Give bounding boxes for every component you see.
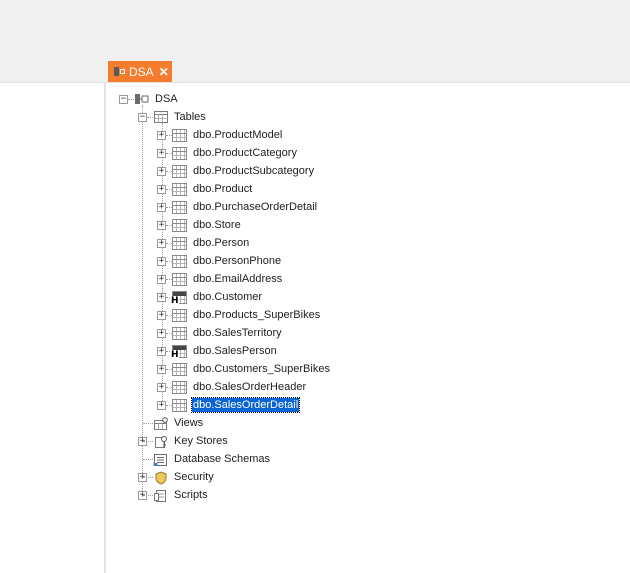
table-icon [172,399,187,412]
key-stores-icon [153,435,169,449]
tree-node-label[interactable]: Views [173,416,204,430]
table-node-label[interactable]: dbo.Customers_SuperBikes [192,362,331,376]
table-expand-toggle[interactable]: + [157,257,166,266]
table-node-label[interactable]: dbo.Customer [192,290,263,304]
table-expand-toggle[interactable]: + [157,383,166,392]
root-collapse-toggle[interactable]: − [119,95,128,104]
table-expand-toggle[interactable]: + [157,167,166,176]
tree-node-label[interactable]: Database Schemas [173,452,271,466]
dsa-tree-view[interactable]: − DSA − Tables + dbo.ProductModel + dbo.Pro… [0,0,630,573]
table-icon [172,309,187,322]
table-node-label[interactable]: dbo.ProductSubcategory [192,164,315,178]
table-node-label[interactable]: dbo.SalesPerson [192,344,278,358]
table-expand-toggle[interactable]: + [157,203,166,212]
table-expand-toggle[interactable]: + [157,221,166,230]
table-expand-toggle[interactable]: + [157,311,166,320]
table-expand-toggle[interactable]: + [157,239,166,248]
table-node-label[interactable]: dbo.ProductCategory [192,146,298,160]
hub-table-icon: H [171,291,187,306]
hub-table-icon: H [171,345,187,360]
table-node-label[interactable]: dbo.PersonPhone [192,254,282,268]
tree-root-label[interactable]: DSA [154,92,179,106]
hub-marker-icon: H [171,350,179,360]
table-node-label[interactable]: dbo.SalesOrderDetail [190,397,301,413]
table-expand-toggle[interactable]: + [157,329,166,338]
table-icon [172,147,187,160]
tree-node-label[interactable]: Key Stores [173,434,229,448]
tables-collapse-toggle[interactable]: − [138,113,147,122]
table-node-label[interactable]: dbo.Products_SuperBikes [192,308,321,322]
tables-folder-label[interactable]: Tables [173,110,207,124]
table-icon [172,165,187,178]
table-expand-toggle[interactable]: + [157,401,166,410]
table-icon [172,381,187,394]
table-node-label[interactable]: dbo.Person [192,236,250,250]
table-node-label[interactable]: dbo.ProductModel [192,128,283,142]
tables-folder-icon [153,110,169,124]
table-icon [172,201,187,214]
views-icon [153,417,169,431]
table-icon [172,219,187,232]
shield-icon [153,471,169,485]
table-node-label[interactable]: dbo.SalesTerritory [192,326,283,340]
table-expand-toggle[interactable]: + [157,185,166,194]
table-icon [172,129,187,142]
table-expand-toggle[interactable]: + [157,275,166,284]
table-icon [172,273,187,286]
table-icon [172,237,187,250]
scripts-icon [153,489,169,503]
table-icon [172,183,187,196]
table-node-label[interactable]: dbo.SalesOrderHeader [192,380,307,394]
table-expand-toggle[interactable]: + [157,149,166,158]
table-expand-toggle[interactable]: + [157,365,166,374]
table-expand-toggle[interactable]: + [157,293,166,302]
table-icon [172,363,187,376]
table-node-label[interactable]: dbo.Store [192,218,242,232]
table-node-label[interactable]: dbo.PurchaseOrderDetail [192,200,318,214]
table-node-label[interactable]: dbo.Product [192,182,253,196]
table-icon [172,327,187,340]
tree-node-label[interactable]: Scripts [173,488,209,502]
database-icon [134,92,150,106]
table-expand-toggle[interactable]: + [157,131,166,140]
schema-icon [153,453,169,467]
tree-node-label[interactable]: Security [173,470,215,484]
table-icon [172,255,187,268]
table-expand-toggle[interactable]: + [157,347,166,356]
table-node-label[interactable]: dbo.EmailAddress [192,272,283,286]
hub-marker-icon: H [171,296,179,306]
